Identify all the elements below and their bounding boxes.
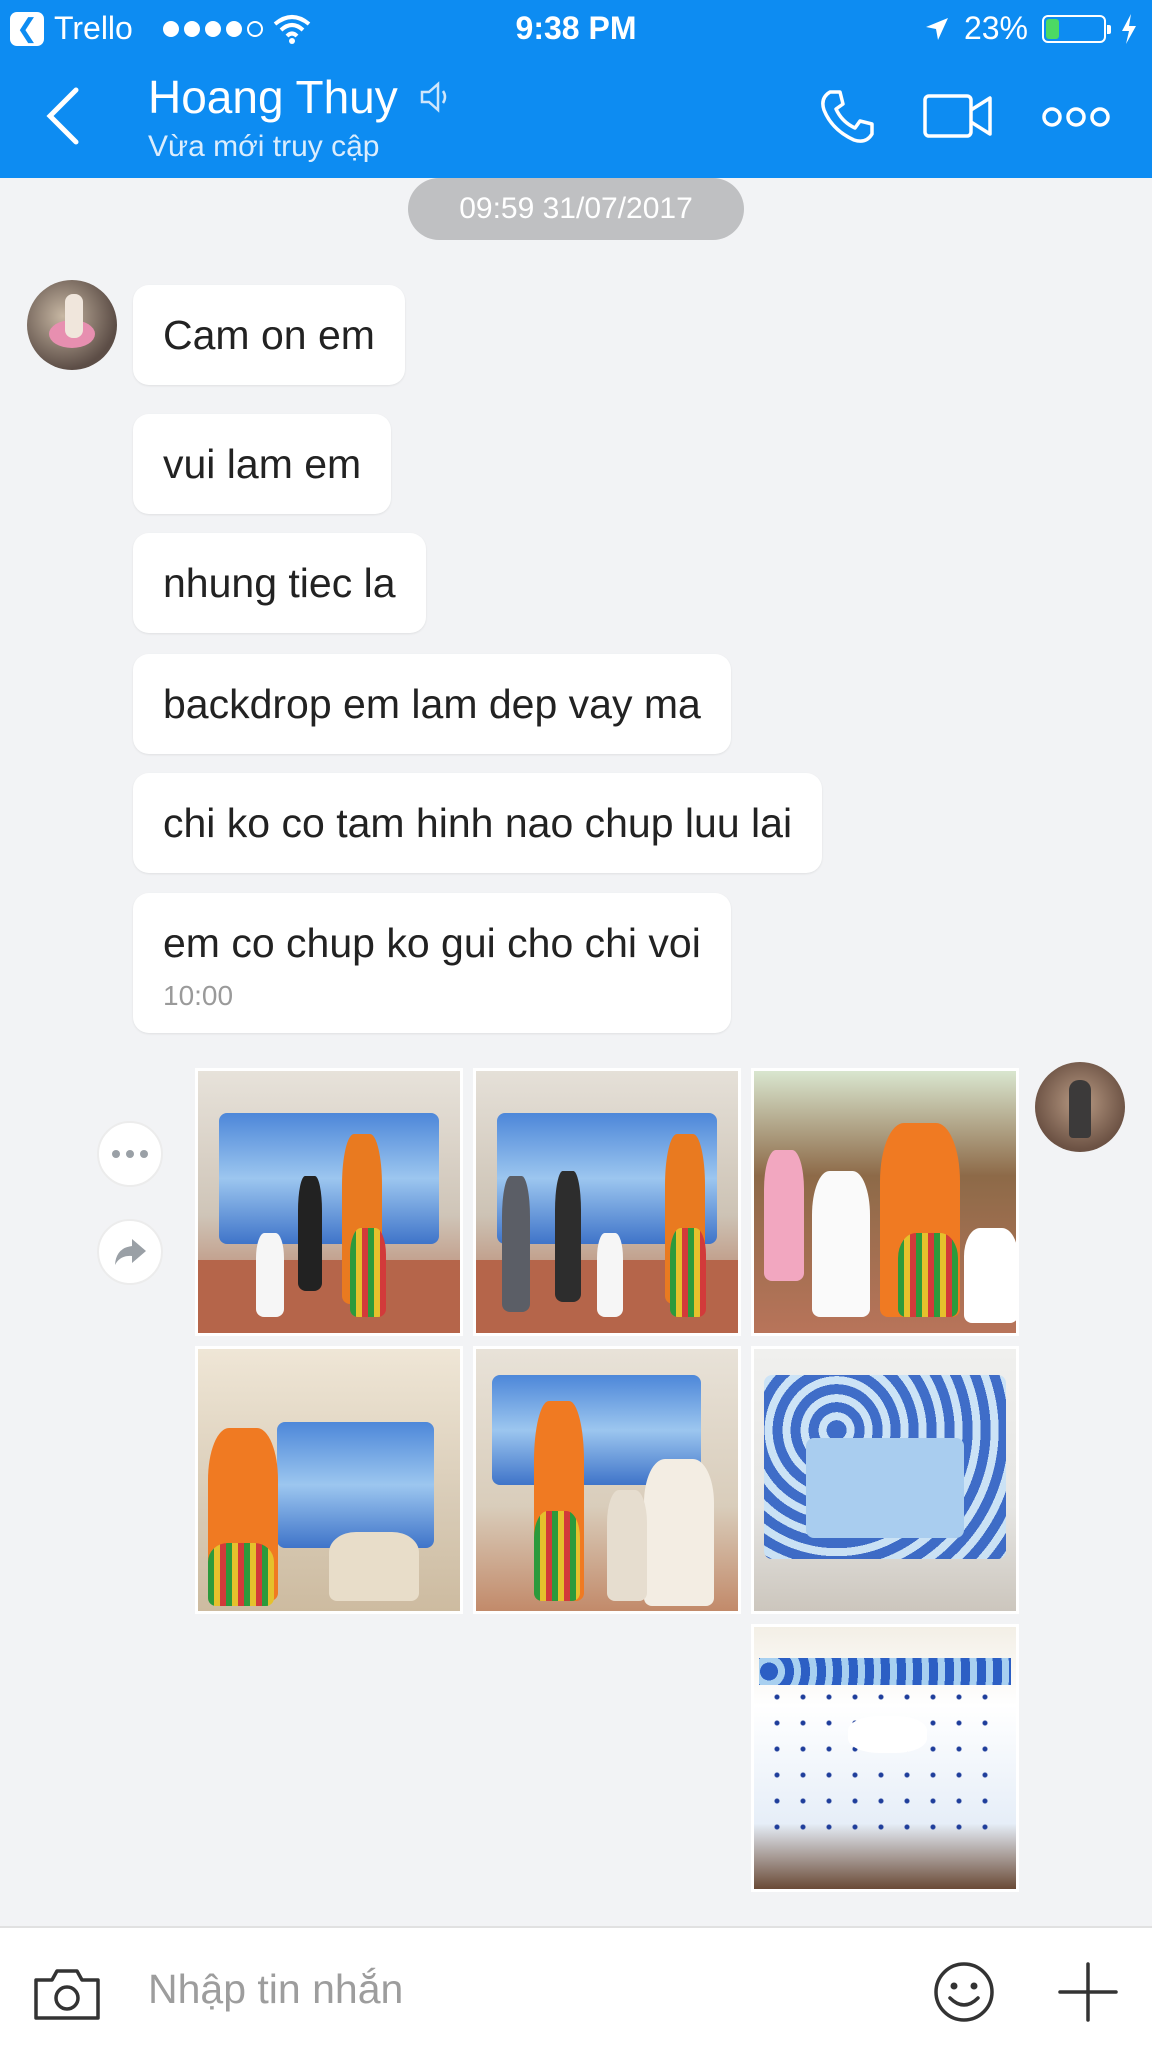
more-options-icon[interactable] [1042,104,1110,130]
incoming-message[interactable]: vui lam em [133,414,392,514]
charging-bolt-icon [1122,13,1136,44]
incoming-message[interactable]: chi ko co tam hinh nao chup luu lai [133,773,823,873]
video-camera-icon[interactable] [922,90,994,142]
message-time: 10:00 [163,980,234,1011]
shared-photo[interactable] [751,1624,1019,1892]
shared-photo[interactable] [473,1346,741,1614]
battery-fill [1046,18,1059,39]
phone-icon[interactable] [816,86,878,148]
back-chevron-icon[interactable] [40,84,90,148]
more-dots-icon [112,1150,148,1158]
shared-photo[interactable] [751,1068,1019,1336]
forward-arrow-icon [115,1239,146,1265]
incoming-message[interactable]: Cam on em [133,285,405,385]
shared-photo[interactable] [473,1068,741,1336]
forward-button[interactable] [97,1219,163,1285]
shared-photo[interactable] [195,1068,463,1336]
incoming-message-with-time[interactable]: em co chup ko gui cho chi voi 10:00 [133,893,731,1033]
nav-bar: Hoang Thuy Vừa mới truy cập [0,56,1152,178]
location-arrow-icon [925,17,948,40]
my-avatar[interactable] [1035,1062,1125,1152]
battery-percent: 23% [963,10,1028,46]
date-divider: 09:59 31/07/2017 [408,178,744,240]
shared-photo[interactable] [751,1346,1019,1614]
contact-name-text: Hoang Thuy [148,71,398,123]
chat-header: ❮ Trello 9:38 PM 23% Hoang Thuy Vừa mới … [0,0,1152,178]
emoji-icon[interactable] [932,1960,996,2024]
status-bar: ❮ Trello 9:38 PM 23% [0,0,1152,56]
contact-name[interactable]: Hoang Thuy [148,70,452,124]
message-options-button[interactable] [97,1121,163,1187]
contact-avatar[interactable] [27,280,117,370]
speaker-muted-icon[interactable] [418,80,452,114]
incoming-message[interactable]: nhung tiec la [133,533,426,633]
plus-icon[interactable] [1056,1960,1120,2024]
incoming-message[interactable]: backdrop em lam dep vay ma [133,654,731,754]
shared-photo[interactable] [195,1346,463,1614]
last-seen-status: Vừa mới truy cập [148,130,380,163]
message-input-bar: Nhập tin nhắn [0,1926,1152,2048]
camera-icon[interactable] [32,1966,102,2022]
battery-icon [1042,14,1111,43]
message-input[interactable]: Nhập tin nhắn [148,1966,403,2013]
message-text: em co chup ko gui cho chi voi [163,920,701,966]
